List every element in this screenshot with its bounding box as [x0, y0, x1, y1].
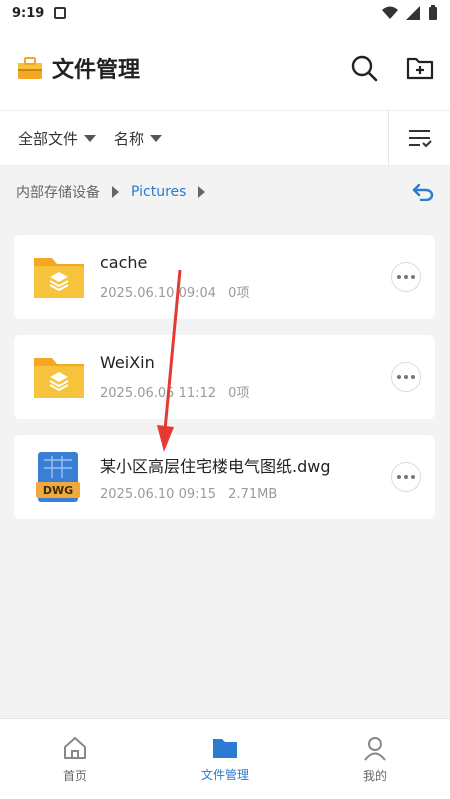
file-date: 2025.06.10 09:04 — [100, 286, 217, 301]
file-name: cache — [100, 253, 148, 272]
user-icon — [364, 736, 386, 761]
battery-icon — [429, 5, 437, 20]
more-dot-icon — [411, 275, 415, 279]
folder-icon — [34, 358, 84, 398]
more-dot-icon — [397, 475, 401, 479]
sort-list-icon — [408, 130, 432, 148]
sort-dropdown[interactable]: 名称 — [114, 128, 163, 149]
page-title: 文件管理 — [52, 58, 141, 83]
file-date: 2025.06.05 11:12 — [100, 386, 217, 401]
file-list-item[interactable]: cache 2025.06.10 09:04 0项 — [14, 235, 435, 319]
more-dot-icon — [411, 475, 415, 479]
file-name: WeiXin — [100, 353, 155, 372]
file-type-dropdown[interactable]: 全部文件 — [18, 128, 97, 149]
more-dot-icon — [397, 275, 401, 279]
file-list-item[interactable]: DWG 某小区高层住宅楼电气图纸.dwg 2025.06.10 09:15 2.… — [14, 435, 435, 519]
chevron-down-icon — [84, 134, 97, 142]
more-dot-icon — [404, 375, 408, 379]
tab-label: 首页 — [62, 768, 87, 783]
file-detail: 0项 — [228, 386, 250, 401]
breadcrumb: 内部存储设备 Pictures — [0, 166, 450, 218]
sort-order-button[interactable] — [388, 110, 450, 166]
file-detail: 0项 — [228, 286, 250, 301]
chevron-down-icon — [150, 134, 163, 142]
tab-label: 我的 — [362, 768, 387, 783]
more-options-button[interactable] — [391, 462, 421, 492]
back-arrow-icon[interactable] — [412, 183, 434, 201]
more-dot-icon — [404, 475, 408, 479]
filter-toolbar: 全部文件 名称 — [0, 110, 450, 166]
notification-icon — [54, 7, 67, 19]
home-icon — [64, 736, 86, 759]
file-name: 某小区高层住宅楼电气图纸.dwg — [100, 456, 331, 476]
file-date: 2025.06.10 09:15 — [100, 486, 217, 502]
breadcrumb-separator-icon — [198, 186, 206, 198]
new-folder-icon[interactable] — [406, 55, 434, 81]
bottom-nav: 首页 文件管理 我的 — [0, 718, 450, 799]
tab-profile[interactable]: 我的 — [300, 719, 450, 799]
file-list-item[interactable]: WeiXin 2025.06.05 11:12 0项 — [14, 335, 435, 419]
more-dot-icon — [411, 375, 415, 379]
status-time: 9:19 — [12, 5, 45, 21]
toolbox-icon — [18, 57, 42, 79]
breadcrumb-separator-icon — [112, 186, 119, 198]
more-dot-icon — [404, 275, 408, 279]
app-header: 文件管理 — [0, 26, 450, 110]
tab-home[interactable]: 首页 — [0, 719, 150, 799]
breadcrumb-current[interactable]: Pictures — [131, 184, 186, 200]
wifi-icon — [382, 6, 398, 19]
tab-file-manager[interactable]: 文件管理 — [150, 719, 300, 799]
search-icon[interactable] — [350, 54, 378, 82]
dwg-file-icon: DWG — [36, 452, 80, 502]
more-options-button[interactable] — [391, 262, 421, 292]
file-type-label: 全部文件 — [18, 129, 79, 148]
folder-icon — [34, 258, 84, 298]
more-options-button[interactable] — [391, 362, 421, 392]
file-detail: 2.71MB — [228, 486, 278, 502]
more-dot-icon — [397, 375, 401, 379]
sort-label: 名称 — [114, 129, 145, 148]
dwg-badge-text: DWG — [43, 484, 73, 497]
folder-icon — [213, 738, 237, 758]
status-icons — [382, 5, 438, 21]
status-bar: 9:19 — [0, 0, 450, 26]
tab-label: 文件管理 — [200, 767, 249, 782]
breadcrumb-root[interactable]: 内部存储设备 — [16, 182, 100, 202]
signal-icon — [406, 6, 420, 20]
